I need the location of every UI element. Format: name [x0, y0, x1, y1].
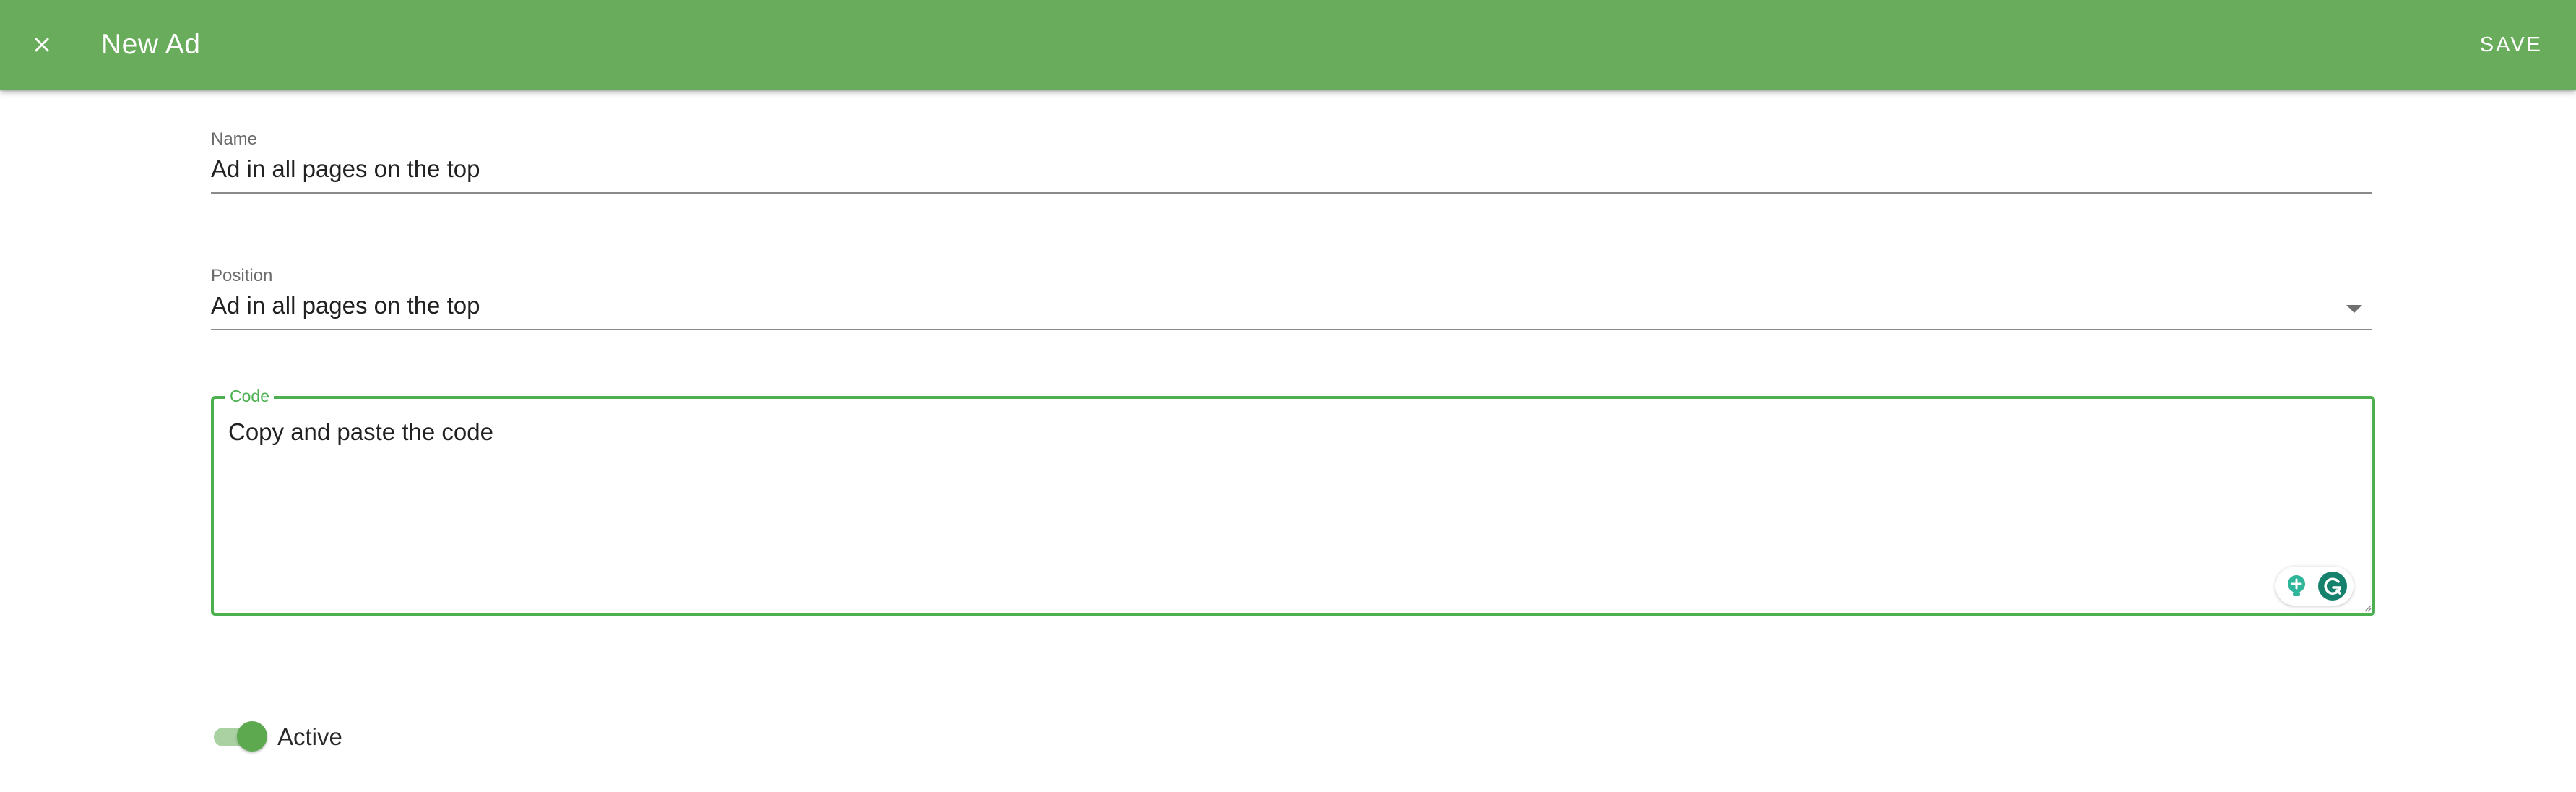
resize-handle-icon[interactable]	[2361, 601, 2372, 613]
dropdown-arrow-icon[interactable]	[2346, 305, 2362, 313]
name-input[interactable]: Ad in all pages on the top	[211, 153, 2372, 185]
toggle-thumb[interactable]	[237, 721, 267, 752]
code-textarea[interactable]: Code Copy and paste the code	[211, 384, 2375, 616]
close-icon	[35, 38, 49, 52]
code-label: Code	[225, 384, 274, 408]
writing-assistant-widget[interactable]	[2275, 567, 2354, 606]
grammarly-icon[interactable]	[2317, 571, 2348, 601]
name-field[interactable]: Name Ad in all pages on the top	[211, 129, 2372, 194]
code-input[interactable]: Copy and paste the code	[228, 416, 493, 448]
close-button[interactable]	[13, 16, 71, 74]
page-title: New Ad	[101, 29, 201, 60]
app-bar: New Ad SAVE	[0, 0, 2576, 90]
position-select[interactable]: Position Ad in all pages on the top	[211, 265, 2372, 330]
active-label: Active	[277, 723, 342, 750]
save-button[interactable]: SAVE	[2468, 22, 2554, 68]
name-label: Name	[211, 129, 258, 149]
active-toggle[interactable]	[211, 721, 269, 752]
position-label: Position	[211, 266, 273, 285]
position-value[interactable]: Ad in all pages on the top	[211, 290, 2372, 322]
lightbulb-icon[interactable]	[2282, 572, 2311, 601]
